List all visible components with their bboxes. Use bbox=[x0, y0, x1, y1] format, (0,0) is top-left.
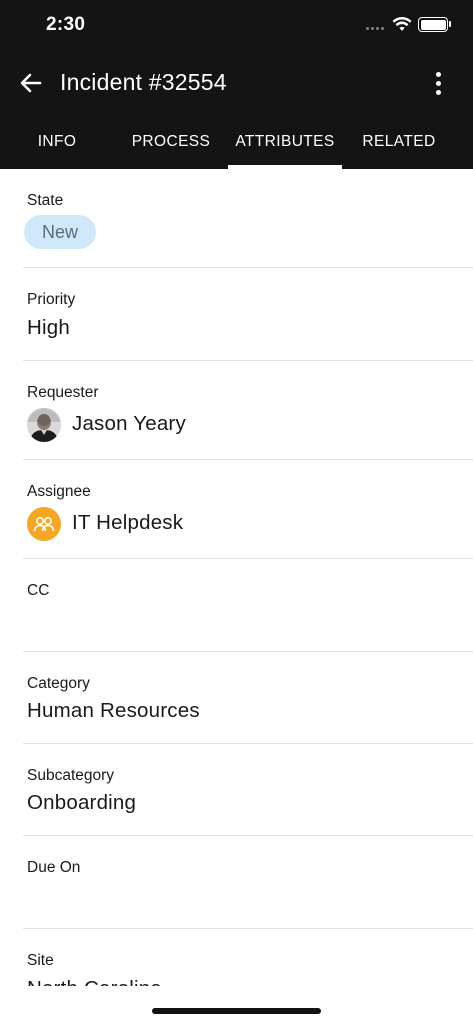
field-category[interactable]: Category Human Resources bbox=[23, 652, 473, 744]
battery-icon bbox=[418, 17, 448, 32]
tab-attributes[interactable]: ATTRIBUTES bbox=[228, 120, 342, 169]
bottom-safe-area bbox=[0, 986, 473, 1024]
field-label: Subcategory bbox=[27, 767, 115, 784]
tab-related[interactable]: RELATED bbox=[342, 120, 456, 169]
field-assignee[interactable]: Assignee IT Helpdesk bbox=[23, 460, 473, 559]
tab-process[interactable]: PROCESS bbox=[114, 120, 228, 169]
arrow-left-icon bbox=[20, 73, 42, 93]
field-label: CC bbox=[27, 582, 50, 599]
field-requester[interactable]: Requester Jason Yeary bbox=[23, 361, 473, 460]
app-header: 2:30 Incident #32554 INFO PROCESS ATTRIB… bbox=[0, 0, 473, 169]
field-cc[interactable]: CC bbox=[23, 559, 473, 652]
cellular-signal-icon bbox=[366, 27, 384, 30]
field-value: Jason Yeary bbox=[72, 412, 186, 435]
more-options-button[interactable] bbox=[424, 66, 452, 100]
field-value: Human Resources bbox=[27, 699, 200, 722]
field-site[interactable]: Site North Carolina bbox=[23, 929, 473, 986]
status-bar: 2:30 bbox=[0, 0, 473, 52]
attributes-list: State New Priority High Requester Jason … bbox=[0, 169, 473, 986]
toolbar: Incident #32554 bbox=[0, 52, 473, 114]
field-label: Requester bbox=[27, 384, 99, 401]
field-label: Site bbox=[27, 952, 54, 969]
wifi-icon bbox=[392, 16, 412, 31]
field-due-on[interactable]: Due On bbox=[23, 836, 473, 929]
tab-bar: INFO PROCESS ATTRIBUTES RELATED bbox=[0, 120, 473, 169]
field-label: Due On bbox=[27, 859, 81, 876]
field-value: North Carolina bbox=[27, 977, 162, 986]
field-label: Category bbox=[27, 675, 90, 692]
field-value: Onboarding bbox=[27, 791, 137, 814]
battery-cap bbox=[449, 21, 451, 27]
home-indicator[interactable] bbox=[152, 1008, 321, 1014]
field-label: Assignee bbox=[27, 483, 91, 500]
field-subcategory[interactable]: Subcategory Onboarding bbox=[23, 744, 473, 836]
tab-info[interactable]: INFO bbox=[0, 120, 114, 169]
status-time: 2:30 bbox=[46, 14, 86, 35]
page-title: Incident #32554 bbox=[60, 69, 227, 95]
field-state[interactable]: State New bbox=[23, 169, 473, 268]
field-value: High bbox=[27, 316, 70, 339]
state-chip: New bbox=[24, 215, 97, 249]
group-icon bbox=[27, 507, 61, 541]
more-vertical-icon bbox=[435, 71, 441, 77]
field-value: IT Helpdesk bbox=[72, 511, 184, 534]
field-label: State bbox=[27, 192, 64, 209]
avatar bbox=[27, 408, 61, 442]
back-button[interactable] bbox=[14, 66, 48, 100]
field-priority[interactable]: Priority High bbox=[23, 268, 473, 361]
field-label: Priority bbox=[27, 291, 76, 308]
